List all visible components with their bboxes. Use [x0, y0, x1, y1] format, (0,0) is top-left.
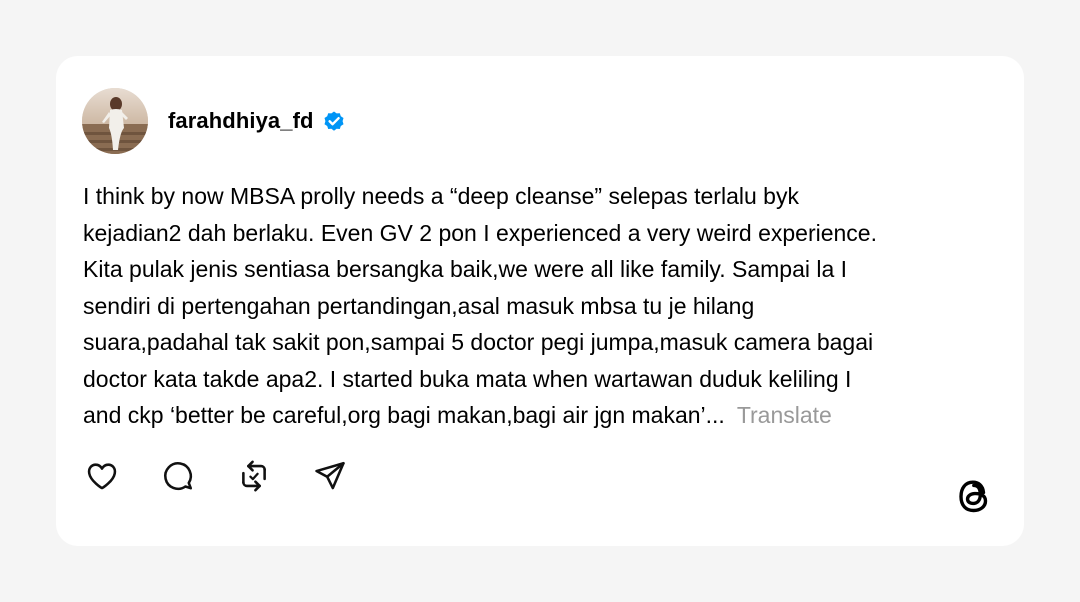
like-button[interactable]: [84, 458, 120, 494]
post-body: I think by now MBSA prolly needs a “deep…: [83, 178, 1003, 434]
post-text-line: I think by now MBSA prolly needs a “deep…: [83, 183, 799, 209]
post-text-line: doctor kata takde apa2. I started buka m…: [83, 365, 852, 392]
post-header: farahdhiya_fd: [82, 88, 346, 154]
repost-icon: [242, 460, 266, 492]
post-text-line: kejadian2 dah berlaku. Even GV 2 pon I e…: [83, 219, 877, 246]
post-text-line: sendiri di pertengahan pertandingan,asal…: [83, 292, 755, 319]
avatar-image: [82, 88, 148, 154]
avatar[interactable]: [82, 88, 148, 154]
post-text-line: suara,padahal tak sakit pon,sampai 5 doc…: [83, 329, 874, 355]
threads-logo-icon[interactable]: [953, 474, 995, 518]
comment-icon: [164, 462, 193, 491]
translate-link[interactable]: Translate: [737, 402, 832, 428]
repost-button[interactable]: [236, 458, 272, 494]
post-text-line: Kita pulak jenis sentiasa bersangka baik…: [83, 256, 848, 282]
send-icon: [315, 461, 345, 490]
comment-button[interactable]: [160, 458, 196, 494]
post-card: farahdhiya_fd I think by now MBSA prolly…: [56, 56, 1024, 546]
post-text-last-line: and ckp ‘better be careful,org bagi maka…: [83, 397, 1003, 434]
username[interactable]: farahdhiya_fd: [168, 108, 314, 134]
post-actions: [84, 458, 388, 494]
share-button[interactable]: [312, 458, 348, 494]
verified-badge-icon: [322, 109, 346, 133]
post-text-line: and ckp ‘better be careful,org bagi maka…: [83, 402, 725, 428]
heart-icon: [87, 463, 117, 490]
